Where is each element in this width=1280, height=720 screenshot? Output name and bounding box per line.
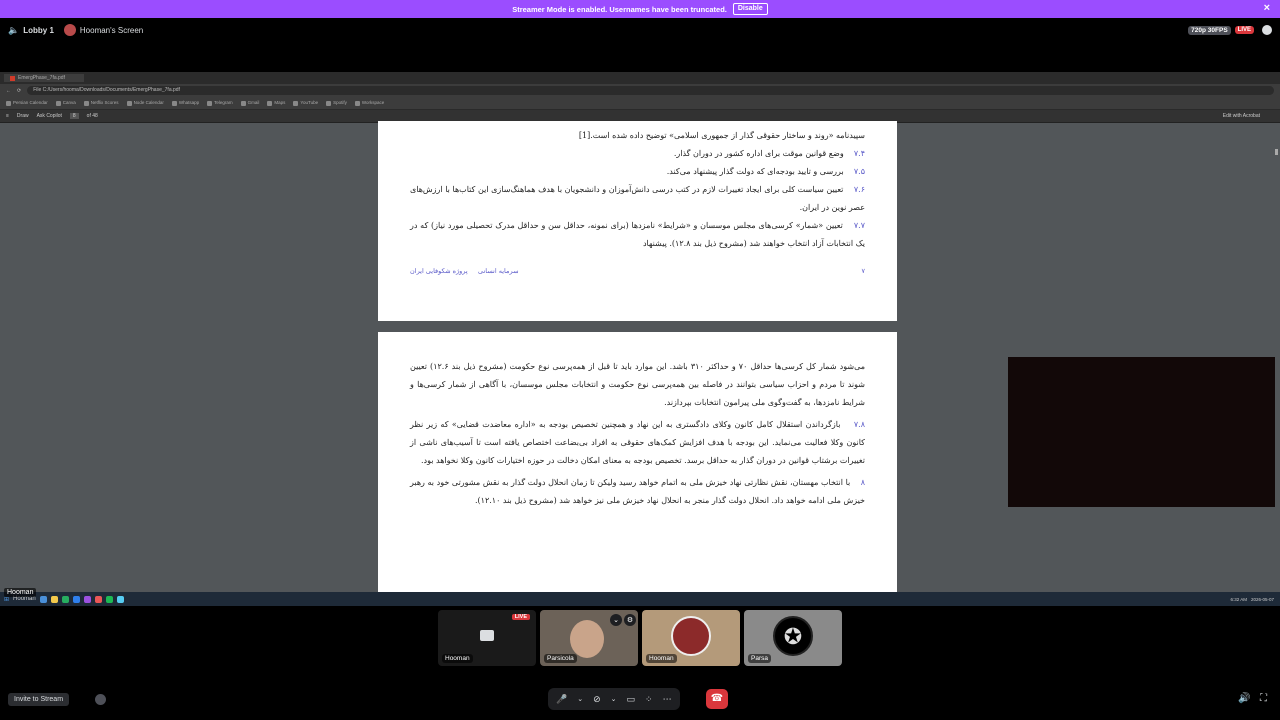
clock-date: 2026-05-07 [1250, 596, 1274, 602]
call-header: 🔈 Lobby 1 Hooman's Screen 720p 30FPS LIV… [0, 18, 1280, 42]
bookmark-item[interactable]: Spotify [326, 100, 347, 106]
avatar: ✪ [773, 616, 813, 656]
participant-tile[interactable]: LIVE Hooman [438, 610, 536, 666]
draw-button[interactable]: Draw [17, 113, 29, 119]
app-icon[interactable] [50, 595, 58, 603]
bookmark-item[interactable]: Netflix Scores [83, 100, 119, 106]
paragraph: می‌شود شمار کل کرسی‌ها حداقل ۷۰ و حداکثر… [410, 362, 866, 407]
page-number-input[interactable]: 8 [69, 113, 79, 119]
edit-with-acrobat-button[interactable]: Edit with Acrobat [1223, 113, 1260, 119]
bookmark-item[interactable]: Node Calendar [126, 100, 164, 106]
paragraph: ۸ با انتخاب مهستان، نقش نظارتی نهاد خیزش… [410, 478, 866, 505]
bookmark-item[interactable]: Canva [55, 100, 76, 106]
participant-name: Parsicola [544, 654, 577, 663]
ask-copilot-button[interactable]: Ask Copilot [37, 113, 62, 119]
bookmark-item[interactable]: YouTube [293, 100, 318, 106]
shared-screen: EmergPhase_7fa.pdf ← ⟳ File C:/Users/hoo… [0, 72, 1280, 606]
disconnect-button[interactable]: ☎ [706, 689, 728, 709]
paragraph: ۷.۶ تعیین سیاست کلی برای ایجاد تغییرات ل… [410, 185, 866, 212]
app-icon[interactable] [72, 595, 80, 603]
call-controls-bar: Invite to Stream 🎤 ⌄ ⊘ ⌄ ▭ ⁘ ⋯ ☎ 🔊 ⛶ [0, 688, 1280, 712]
scrollbar[interactable] [1275, 149, 1278, 155]
tab-title: EmergPhase_7fa.pdf [18, 75, 65, 81]
reload-icon[interactable]: ⟳ [17, 88, 21, 94]
browser-address-row: ← ⟳ File C:/Users/hooma/Downloads/Docume… [0, 84, 1280, 97]
paragraph: سپیدنامه «روند و ساختار حقوقی گذار از جم… [578, 131, 865, 140]
page-number: ۷ [861, 267, 866, 275]
live-badge: LIVE [1234, 26, 1254, 34]
stream-owner-tag: Hooman [4, 588, 37, 597]
chevron-down-icon[interactable]: ⌄ [577, 695, 583, 703]
app-icon[interactable] [83, 595, 91, 603]
close-icon[interactable]: × [1264, 2, 1270, 14]
app-icon[interactable] [116, 595, 124, 603]
volume-icon[interactable]: 🔊 [1238, 693, 1250, 704]
invite-to-stream-button[interactable]: Invite to Stream [8, 693, 70, 706]
bookmark-item[interactable]: Persian Calendar [6, 100, 48, 106]
bookmark-item[interactable]: Telegram [207, 100, 233, 106]
banner-text: Streamer Mode is enabled. Usernames have… [512, 4, 727, 14]
footer-left[interactable]: سرمایه انسانی [478, 267, 518, 275]
share-screen-icon[interactable]: ▭ [627, 694, 636, 705]
webcam-overlay [1008, 357, 1275, 507]
screen-share-icon [480, 630, 494, 641]
pdf-page: می‌شود شمار کل کرسی‌ها حداقل ۷۰ و حداکثر… [378, 332, 897, 592]
bookmark-item[interactable]: Whatsapp [171, 100, 199, 106]
channel-name: Lobby 1 [23, 25, 54, 35]
menu-icon[interactable]: ≡ [6, 113, 9, 119]
participant-name: Hooman [646, 654, 677, 663]
page-footer: سرمایه انسانی پروژه شکوفایی ایران ۷ [410, 267, 865, 275]
app-icon[interactable] [94, 595, 102, 603]
bookmarks-bar: Persian Calendar Canva Netflix Scores No… [0, 97, 1280, 110]
chat-icon[interactable] [1262, 25, 1272, 35]
bookmark-item[interactable]: Maps [267, 100, 285, 106]
live-badge: LIVE [511, 614, 530, 620]
stream-title: Hooman's Screen [79, 25, 144, 35]
app-icon[interactable] [61, 595, 69, 603]
bookmark-item[interactable]: Workspace [354, 100, 384, 106]
participant-tiles: LIVE Hooman ⌄ ⚙ Parsicola Hooman ✪ Parsa [438, 610, 842, 666]
system-tray: 6:32 AM 2026-05-07 [1230, 597, 1274, 602]
bookmark-item[interactable]: Gmail [240, 100, 259, 106]
participant-tile[interactable]: ⌄ ⚙ Parsicola [540, 610, 638, 666]
pdf-page: سپیدنامه «روند و ساختار حقوقی گذار از جم… [378, 121, 897, 321]
streamer-mode-banner: Streamer Mode is enabled. Usernames have… [0, 0, 1280, 18]
chevron-down-icon[interactable]: ⌄ [610, 614, 622, 626]
page-count: of 48 [86, 113, 98, 119]
participant-tile[interactable]: ✪ Parsa [744, 610, 842, 666]
app-icon[interactable] [39, 595, 47, 603]
paragraph: ۷.۷ تعیین «شمار» کرسی‌های مجلس موسسان و … [410, 221, 866, 248]
user-settings-icon[interactable]: ⚙ [624, 614, 636, 626]
paragraph: ۷.۵ بررسی و تایید بودجه‌ای که دولت گذار … [666, 167, 865, 176]
footer-project[interactable]: پروژه شکوفایی ایران [410, 267, 468, 275]
fullscreen-icon[interactable]: ⛶ [1260, 693, 1267, 704]
chevron-down-icon[interactable]: ⌄ [611, 695, 617, 703]
windows-taskbar: ⊞ Hooman 6:32 AM 2026-05-07 [0, 592, 1280, 606]
streamer-avatar [63, 24, 76, 36]
speaker-icon: 🔈 [8, 24, 20, 35]
disable-streamer-mode-button[interactable]: Disable [732, 3, 768, 15]
clock-time: 6:32 AM [1230, 596, 1247, 602]
activities-grid-icon[interactable]: ⁘ [645, 694, 653, 705]
pdf-icon [10, 75, 15, 81]
more-icon[interactable]: ⋯ [663, 694, 672, 705]
paragraph: ۷.۸ بازگرداندن استقلال کامل کانون وکلای … [410, 420, 865, 465]
back-icon[interactable]: ← [6, 88, 11, 94]
activities-icon[interactable] [95, 694, 106, 705]
avatar [671, 616, 711, 656]
browser-tab[interactable]: EmergPhase_7fa.pdf [4, 74, 84, 82]
voice-controls: 🎤 ⌄ ⊘ ⌄ ▭ ⁘ ⋯ [548, 688, 680, 710]
participant-tile[interactable]: Hooman [642, 610, 740, 666]
address-bar[interactable]: File C:/Users/hooma/Downloads/Documents/… [27, 86, 1274, 95]
browser-tabbar: EmergPhase_7fa.pdf [0, 72, 1280, 84]
paragraph: ۷.۴ وضع قوانین موقت برای اداره کشور در د… [673, 149, 865, 158]
camera-off-icon[interactable]: ⊘ [593, 694, 601, 705]
participant-name: Hooman [442, 654, 473, 663]
stream-quality-badge: 720p 30FPS [1188, 25, 1231, 35]
video-feed [570, 620, 604, 658]
app-icon[interactable] [105, 595, 113, 603]
microphone-icon[interactable]: 🎤 [556, 694, 567, 705]
participant-name: Parsa [748, 654, 771, 663]
